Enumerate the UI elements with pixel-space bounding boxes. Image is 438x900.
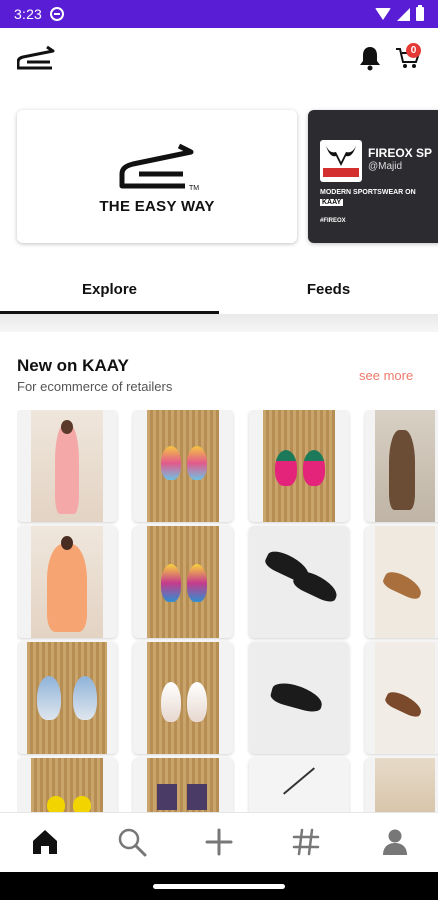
banner-hashtag: #FIREOX	[320, 218, 346, 224]
banner-fireox[interactable]: FIREOX SP @Majid MODERN SPORTSWEAR ON KA…	[308, 110, 438, 243]
product-tile[interactable]	[17, 526, 117, 638]
product-tile[interactable]	[133, 526, 233, 638]
product-tile[interactable]	[365, 526, 438, 638]
add-icon[interactable]	[204, 827, 234, 857]
system-gesture-bar	[0, 872, 438, 900]
banner-handle: @Majid	[368, 161, 403, 172]
see-more-link[interactable]: see more	[359, 368, 413, 383]
product-tile[interactable]	[365, 410, 438, 522]
product-tile[interactable]	[249, 758, 349, 812]
easy-way-logo-icon[interactable]	[17, 44, 55, 72]
app-header: 0	[0, 28, 438, 90]
battery-icon	[416, 5, 424, 21]
banner-brand-name: FIREOX SP	[368, 146, 433, 160]
product-tile[interactable]	[365, 642, 438, 754]
bull-logo-icon	[320, 140, 362, 182]
tab-explore[interactable]: Explore	[0, 262, 219, 314]
featured-banners: TM THE EASY WAY FIREOX SP @Majid MODERN …	[0, 98, 438, 258]
product-tile[interactable]	[249, 526, 349, 638]
section-title: New on KAAY	[17, 356, 129, 375]
banner-brand-text: THE EASY WAY	[99, 198, 215, 215]
product-tile[interactable]	[17, 642, 117, 754]
banner-kaay-tag: KAAY	[320, 199, 344, 206]
product-tile[interactable]	[249, 642, 349, 754]
home-icon[interactable]	[30, 827, 60, 857]
product-tile[interactable]	[365, 758, 438, 812]
cart-count-badge: 0	[406, 43, 421, 58]
bell-icon[interactable]	[358, 45, 382, 71]
status-bar: 3:23	[0, 0, 438, 28]
status-time: 3:23	[14, 6, 43, 22]
tab-bar: Explore Feeds	[0, 262, 438, 314]
product-tile[interactable]	[133, 642, 233, 754]
section-divider	[0, 314, 438, 332]
banner-easy-way[interactable]: TM THE EASY WAY	[17, 110, 297, 243]
product-grid	[17, 410, 438, 812]
home-gesture-pill[interactable]	[153, 884, 285, 889]
tab-feeds[interactable]: Feeds	[219, 262, 438, 314]
product-tile[interactable]	[17, 758, 117, 812]
new-on-kaay-section: New on KAAY For ecommerce of retailers s…	[0, 332, 438, 812]
search-icon[interactable]	[117, 827, 147, 857]
profile-icon[interactable]	[380, 827, 410, 857]
product-tile[interactable]	[249, 410, 349, 522]
vpn-icon	[50, 7, 65, 21]
trademark-mark: TM	[189, 185, 199, 192]
product-tile[interactable]	[133, 758, 233, 812]
signal-icon	[397, 7, 410, 21]
hashtag-icon[interactable]	[291, 827, 321, 857]
banner-tagline: MODERN SPORTSWEAR ON KAAY	[320, 189, 416, 206]
easy-way-brand-mark: TM	[119, 143, 199, 192]
status-icons	[375, 5, 424, 21]
product-tile[interactable]	[133, 410, 233, 522]
bottom-navigation	[0, 812, 438, 872]
product-tile[interactable]	[17, 410, 117, 522]
wifi-icon	[375, 8, 391, 20]
section-subtitle: For ecommerce of retailers	[17, 379, 173, 394]
